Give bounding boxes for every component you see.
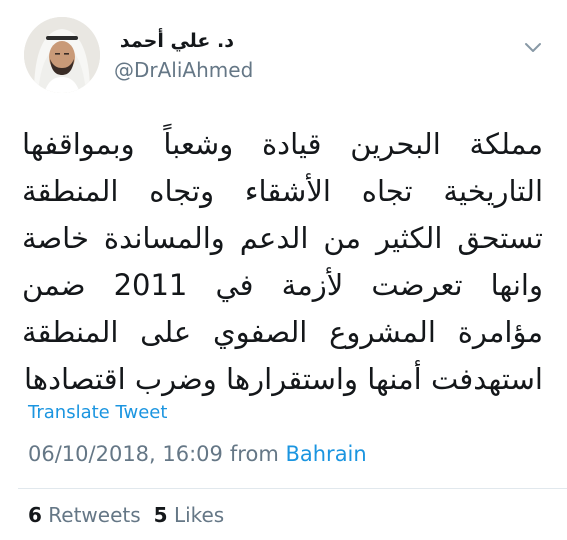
avatar[interactable] [24,17,100,93]
retweets-stat[interactable]: 6 Retweets [28,503,141,527]
author-display-name[interactable]: د. علي أحمد [120,30,234,52]
retweets-label: Retweets [48,503,141,527]
location-link[interactable]: Bahrain [285,442,366,466]
likes-count: 5 [153,503,168,527]
chevron-down-icon[interactable] [522,36,544,58]
tweet-card: د. علي أحمد @DrAliAhmed مملكة البحرين قي… [0,0,567,540]
divider [18,488,567,489]
tweet-stats: 6 Retweets 5 Likes [28,503,224,527]
from-label: from [229,442,279,466]
likes-stat[interactable]: 5 Likes [154,503,225,527]
tweet-metadata: 06/10/2018, 16:09 from Bahrain [28,442,367,466]
translate-tweet-link[interactable]: Translate Tweet [28,402,167,423]
likes-label: Likes [173,503,225,527]
profile-photo [24,17,100,93]
retweets-count: 6 [28,503,42,527]
tweet-text: مملكة البحرين قيادة وشعباً وبمواقفها الت… [22,127,543,396]
timestamp[interactable]: 06/10/2018, 16:09 [28,442,223,466]
author-handle[interactable]: @DrAliAhmed [114,58,253,82]
